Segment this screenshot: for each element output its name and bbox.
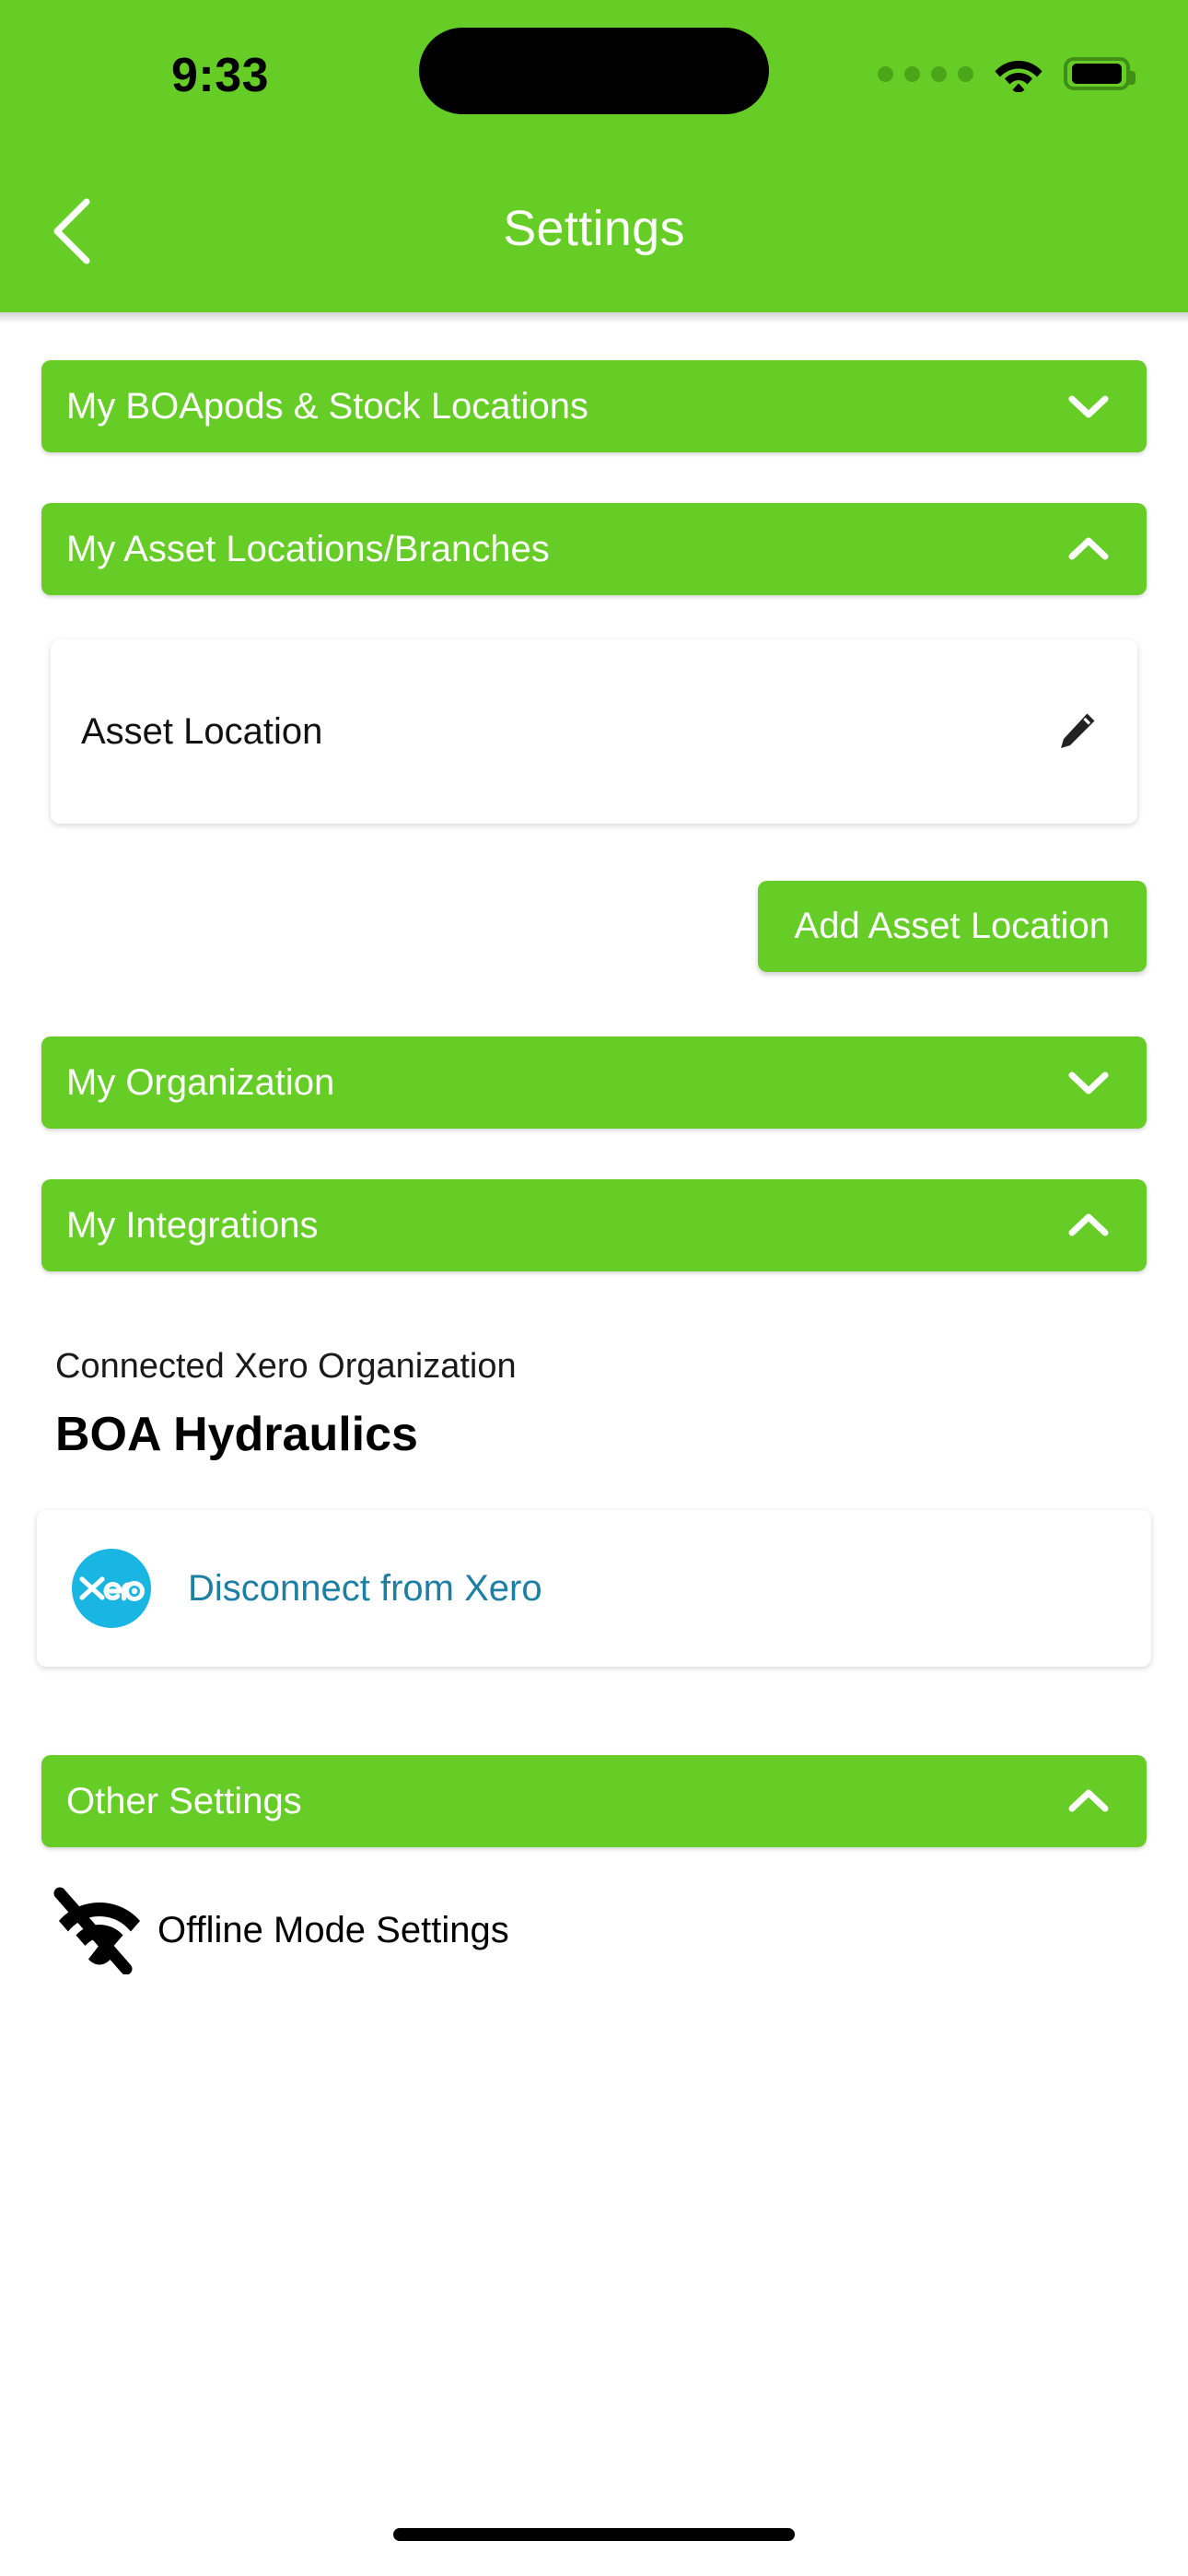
chevron-up-icon[interactable] bbox=[1067, 1786, 1110, 1816]
connected-xero-block: Connected Xero Organization BOA Hydrauli… bbox=[0, 1347, 1188, 1462]
accordion-my-integrations-label: My Integrations bbox=[66, 1204, 319, 1246]
accordion-my-organization-label: My Organization bbox=[66, 1061, 335, 1103]
settings-content: My BOApods & Stock Locations My Asset Lo… bbox=[0, 323, 1188, 1974]
wifi-off-icon bbox=[53, 1887, 140, 1974]
accordion-asset-locations-label: My Asset Locations/Branches bbox=[66, 528, 550, 569]
offline-mode-settings-label: Offline Mode Settings bbox=[157, 1909, 509, 1950]
page-title: Settings bbox=[503, 201, 685, 256]
xero-logo-icon bbox=[72, 1549, 151, 1628]
accordion-my-organization[interactable]: My Organization bbox=[41, 1036, 1147, 1129]
wifi-icon bbox=[995, 61, 1042, 92]
signal-dots-icon bbox=[878, 65, 973, 82]
connected-xero-caption: Connected Xero Organization bbox=[55, 1347, 517, 1386]
dynamic-island bbox=[419, 28, 769, 114]
accordion-other-settings-label: Other Settings bbox=[66, 1780, 302, 1821]
offline-mode-settings-row[interactable]: Offline Mode Settings bbox=[0, 1886, 1188, 1974]
asset-location-row[interactable]: Asset Location bbox=[51, 639, 1137, 824]
pencil-icon[interactable] bbox=[1055, 710, 1098, 753]
add-asset-location-row: Add Asset Location bbox=[0, 881, 1188, 972]
home-indicator bbox=[393, 2528, 795, 2541]
settings-screen: 9:33 Settings My BOApods & Stock Locatio… bbox=[0, 0, 1188, 2576]
accordion-my-integrations[interactable]: My Integrations bbox=[41, 1179, 1147, 1271]
battery-icon bbox=[1064, 57, 1136, 90]
disconnect-from-xero-link[interactable]: Disconnect from Xero bbox=[188, 1568, 542, 1610]
header-shadow bbox=[0, 312, 1188, 323]
accordion-other-settings[interactable]: Other Settings bbox=[41, 1755, 1147, 1847]
status-bar-indicators bbox=[878, 55, 1136, 92]
disconnect-from-xero-row[interactable]: Disconnect from Xero bbox=[37, 1510, 1151, 1667]
chevron-up-icon[interactable] bbox=[1067, 534, 1110, 564]
accordion-boapods-stock-locations[interactable]: My BOApods & Stock Locations bbox=[41, 360, 1147, 452]
chevron-down-icon[interactable] bbox=[1067, 392, 1110, 421]
asset-location-label: Asset Location bbox=[81, 710, 323, 752]
status-bar-time: 9:33 bbox=[171, 49, 270, 102]
nav-bar: Settings bbox=[0, 161, 1188, 312]
chevron-up-icon[interactable] bbox=[1067, 1211, 1110, 1240]
top-bar: 9:33 Settings bbox=[0, 0, 1188, 312]
connected-xero-org-name: BOA Hydraulics bbox=[55, 1408, 418, 1461]
accordion-asset-locations-branches[interactable]: My Asset Locations/Branches bbox=[41, 503, 1147, 595]
accordion-boapods-label: My BOApods & Stock Locations bbox=[66, 385, 588, 427]
chevron-down-icon[interactable] bbox=[1067, 1068, 1110, 1097]
add-asset-location-button[interactable]: Add Asset Location bbox=[757, 881, 1147, 972]
status-bar: 9:33 bbox=[0, 0, 1188, 161]
